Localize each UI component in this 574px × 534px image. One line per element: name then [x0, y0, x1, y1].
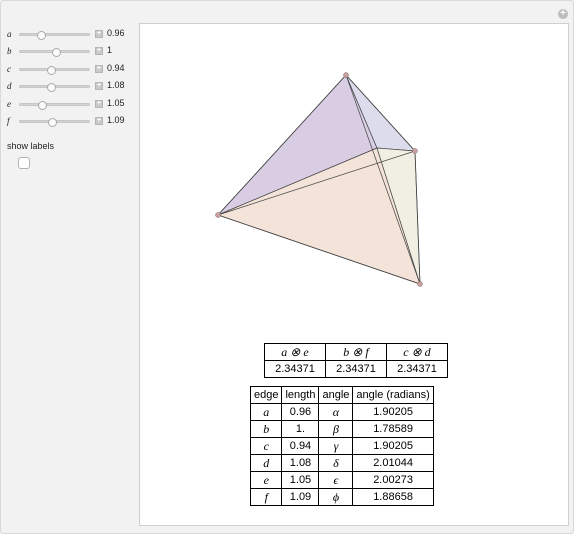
table-cell: δ [318, 454, 354, 472]
slider-expand-icon[interactable]: + [95, 99, 103, 108]
table-row: a 0.96 α 1.90205 [249, 403, 434, 421]
slider-a[interactable]: a + 0.96 [7, 27, 135, 44]
table-cell: 1.90205 [352, 403, 434, 421]
slider-label: e [7, 98, 11, 109]
vertex-point[interactable] [215, 212, 221, 218]
slider-thumb[interactable] [36, 31, 46, 40]
table-row: d 1.08 δ 2.01044 [249, 454, 434, 472]
products-table: a ⊗ e b ⊗ f c ⊗ d 2.34371 2.34371 2.3437… [264, 343, 448, 378]
table-cell: a [249, 403, 283, 421]
slider-c[interactable]: c + 0.94 [7, 62, 135, 79]
table-cell: 1.09 [281, 488, 320, 506]
table-cell: 1.88658 [352, 488, 434, 506]
table-row: b 1. β 1.78589 [249, 420, 434, 438]
table-header: angle [318, 386, 354, 404]
table-header: edge [249, 386, 283, 404]
manipulate-frame: + a + 0.96 b + 1 c + 0.94 d + 1.08 e + 1… [0, 0, 574, 534]
slider-value: 1 [107, 45, 113, 56]
slider-label: b [7, 46, 12, 57]
slider-label: c [7, 63, 11, 74]
table-header: b ⊗ f [325, 343, 387, 361]
slider-expand-icon[interactable]: + [95, 82, 103, 91]
slider-value: 1.08 [107, 80, 125, 91]
table-row: e 1.05 ϵ 2.00273 [249, 471, 434, 489]
table-row: f 1.09 ϕ 1.88658 [249, 488, 434, 506]
slider-thumb[interactable] [47, 83, 57, 93]
slider-value: 1.09 [107, 114, 125, 125]
table-cell: f [249, 488, 283, 506]
slider-track[interactable] [19, 100, 90, 110]
show-labels-label: show labels [7, 141, 55, 151]
table-cell: γ [318, 437, 354, 455]
slider-b[interactable]: b + 1 [7, 44, 135, 61]
slider-controls: a + 0.96 b + 1 c + 0.94 d + 1.08 e + 1.0… [7, 27, 135, 131]
table-cell: 1.05 [281, 471, 320, 489]
slider-value: 0.96 [107, 28, 125, 38]
slider-label: d [7, 81, 12, 92]
table-cell: 1.90205 [352, 437, 434, 455]
slider-expand-icon[interactable]: + [95, 116, 103, 125]
slider-thumb[interactable] [47, 65, 57, 75]
table-cell: 0.96 [281, 403, 320, 421]
output-panel: a ⊗ e b ⊗ f c ⊗ d 2.34371 2.34371 2.3437… [139, 23, 569, 526]
tetrahedron-graphic[interactable] [140, 24, 570, 344]
slider-track[interactable] [19, 117, 90, 127]
table-row: c 0.94 γ 1.90205 [249, 437, 434, 455]
edge-table: edge length angle angle (radians) a 0.96… [249, 386, 434, 506]
slider-d[interactable]: d + 1.08 [7, 79, 135, 96]
slider-value: 0.94 [107, 62, 125, 73]
slider-expand-icon[interactable]: + [95, 47, 103, 56]
table-cell: d [249, 454, 283, 472]
table-cell: ϕ [318, 488, 354, 506]
table-header: c ⊗ d [386, 343, 448, 361]
table-cell: β [318, 420, 354, 438]
table-cell: 2.00273 [352, 471, 434, 489]
slider-track[interactable] [19, 83, 90, 93]
table-header: angle (radians) [352, 386, 434, 404]
table-row: 2.34371 2.34371 2.34371 [264, 360, 448, 378]
table-cell: e [249, 471, 283, 489]
show-labels-checkbox[interactable] [18, 157, 30, 169]
table-cell: 2.34371 [386, 360, 448, 378]
vertex-point[interactable] [343, 72, 349, 78]
table-cell: 1.78589 [352, 420, 434, 438]
table-cell: b [249, 420, 283, 438]
slider-label: a [7, 29, 12, 39]
slider-thumb[interactable] [51, 48, 61, 58]
table-cell: 2.34371 [264, 360, 326, 378]
options-plus-icon[interactable]: + [558, 9, 568, 19]
table-cell: 0.94 [281, 437, 320, 455]
slider-track[interactable] [19, 48, 90, 58]
slider-track[interactable] [19, 31, 90, 40]
table-row: a ⊗ e b ⊗ f c ⊗ d [264, 343, 448, 361]
slider-thumb[interactable] [38, 100, 48, 110]
slider-e[interactable]: e + 1.05 [7, 97, 135, 114]
table-cell: 1. [281, 420, 320, 438]
slider-label: f [7, 115, 10, 126]
table-header: a ⊗ e [264, 343, 326, 361]
slider-track[interactable] [19, 65, 90, 75]
table-cell: 2.01044 [352, 454, 434, 472]
table-row: edge length angle angle (radians) [249, 386, 434, 404]
vertex-point[interactable] [412, 148, 418, 154]
slider-expand-icon[interactable]: + [95, 64, 103, 73]
table-cell: 2.34371 [325, 360, 387, 378]
table-header: length [281, 386, 320, 404]
table-cell: ϵ [318, 471, 354, 489]
slider-value: 1.05 [107, 97, 125, 108]
slider-expand-icon[interactable]: + [95, 30, 103, 38]
slider-thumb[interactable] [48, 117, 58, 127]
table-cell: c [249, 437, 283, 455]
table-cell: 1.08 [281, 454, 320, 472]
vertex-point[interactable] [417, 281, 423, 287]
slider-f[interactable]: f + 1.09 [7, 114, 135, 131]
table-cell: α [318, 403, 354, 421]
